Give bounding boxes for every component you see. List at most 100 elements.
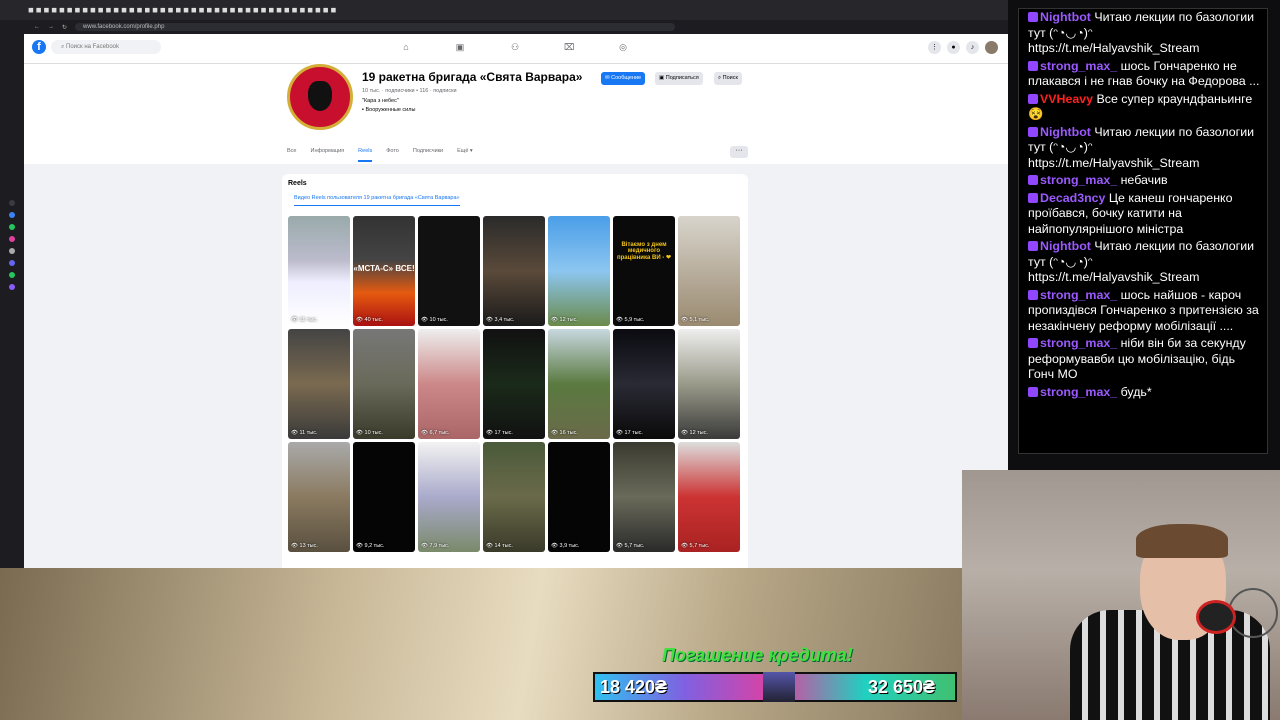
donation-goal-amount: 32 650₴ — [868, 677, 936, 697]
chat-username[interactable]: Nightbot — [1040, 10, 1091, 24]
microphone-icon — [1196, 600, 1236, 634]
reels-title: Reels — [288, 180, 307, 187]
chat-messages: Nightbot Читаю лекции по базологии тут (… — [1018, 8, 1268, 454]
reel-views: 👁 12 тыс. — [551, 317, 578, 323]
messenger-icon[interactable]: ● — [947, 41, 960, 54]
reel-tile[interactable]: 👁 5,1 тыс. — [678, 216, 740, 326]
reel-overlay-text: Вітаємо з днем медичного працівника ВИ -… — [617, 242, 671, 261]
back-icon[interactable]: ← — [34, 24, 40, 30]
browser-tab-strip[interactable]: ◼ ◼ ◼ ◼ ◼ ◼ ◼ ◼ ◼ ◼ ◼ ◼ ◼ ◼ ◼ ◼ ◼ ◼ ◼ ◼ … — [0, 0, 1008, 20]
category-label: Вооруженные силы — [365, 107, 416, 113]
chat-username[interactable]: Nightbot — [1040, 125, 1091, 139]
reel-tile[interactable]: 👁 16 тыс. — [548, 329, 610, 439]
reel-tile[interactable]: 👁 3,9 тыс. — [548, 442, 610, 552]
reel-tile[interactable]: 👁 11 тыс. — [288, 216, 350, 326]
badge-icon — [1028, 126, 1038, 137]
chat-message: strong_max_ шось Гончаренко не плакався … — [1019, 58, 1267, 91]
chat-username[interactable]: strong_max_ — [1040, 336, 1117, 350]
reel-views: 👁 5,9 тыс. — [616, 317, 645, 323]
reel-views: 👁 7,9 тыс. — [421, 543, 450, 549]
chat-username[interactable]: strong_max_ — [1040, 59, 1117, 73]
reel-views: 👁 11 тыс. — [291, 430, 318, 436]
menu-grid-icon[interactable]: ⋮ — [928, 41, 941, 54]
followers-count[interactable]: 10 тыс. · подписчики • 116 · подписки — [362, 88, 457, 94]
reel-tile[interactable]: 👁 14 тыс. — [483, 442, 545, 552]
chat-message: Nightbot Читаю лекции по базологии тут (… — [1019, 9, 1267, 58]
badge-icon — [1028, 338, 1038, 348]
tab-1[interactable]: Информация — [310, 148, 344, 162]
forward-icon[interactable]: → — [48, 24, 54, 30]
facebook-search-input[interactable]: ⌕ Поиск на Facebook — [51, 40, 161, 54]
browser-address-bar[interactable]: ← → ↻ www.facebook.com/profile.php — [24, 20, 1008, 34]
reel-tile[interactable]: 👁 12 тыс. — [678, 329, 740, 439]
profile-tabs: Все Информация Reels Фото Подписчики Ещё ▾ — [287, 148, 473, 162]
chat-message: strong_max_ будь* — [1019, 384, 1267, 402]
more-options-button[interactable]: ··· — [730, 146, 748, 158]
gaming-icon[interactable]: ◎ — [618, 42, 628, 52]
reel-tile[interactable]: 👁 11 тыс. — [288, 329, 350, 439]
reel-tile[interactable]: 👁 3,4 тыс. — [483, 216, 545, 326]
badge-icon — [1028, 386, 1038, 397]
reel-views: 👁 12 тыс. — [681, 430, 708, 436]
tab-4[interactable]: Подписчики — [413, 148, 443, 162]
chat-message: Nightbot Читаю лекции по базологии тут (… — [1019, 124, 1267, 173]
reel-overlay-text: «МСТА-С» ВСЕ! — [353, 264, 415, 273]
reels-grid: 👁 11 тыс. «МСТА-С» ВСЕ! 👁 40 тыс. 👁 10 тыс.… — [288, 216, 740, 552]
webcam-person-hair — [1136, 524, 1228, 558]
tab-5[interactable]: Ещё ▾ — [457, 148, 473, 162]
badge-icon — [1028, 93, 1038, 104]
reel-views: 👁 3,9 тыс. — [551, 543, 580, 549]
page-category: ▪ Вооруженные силы — [362, 107, 415, 113]
page-title: 19 ракетна бригада «Свята Варвара» — [362, 70, 583, 84]
page-quote: "Кара з небес" — [362, 98, 399, 104]
reel-tile[interactable]: 👁 7,9 тыс. — [418, 442, 480, 552]
chat-username[interactable]: Nightbot — [1040, 239, 1091, 253]
profile-avatar-large[interactable] — [287, 64, 353, 130]
donation-banner: Погашение кредита! — [662, 645, 853, 665]
reel-tile[interactable]: «МСТА-С» ВСЕ! 👁 40 тыс. — [353, 216, 415, 326]
tab-3[interactable]: Фото — [386, 148, 399, 162]
profile-avatar[interactable] — [985, 41, 998, 54]
search-button[interactable]: ⌕ Поиск — [714, 72, 742, 85]
reel-tile[interactable]: 👁 10 тыс. — [353, 329, 415, 439]
reel-tile[interactable]: 👁 17 тыс. — [613, 329, 675, 439]
groups-icon[interactable]: ⚇ — [510, 42, 520, 52]
url-field[interactable]: www.facebook.com/profile.php — [75, 23, 676, 31]
reel-tile[interactable]: 👁 10 тыс. — [418, 216, 480, 326]
chat-username[interactable]: strong_max_ — [1040, 173, 1117, 187]
reel-views: 👁 13 тыс. — [291, 543, 318, 549]
tab-2[interactable]: Reels — [358, 148, 373, 162]
reel-tile[interactable]: 👁 17 тыс. — [483, 329, 545, 439]
chat-username[interactable]: strong_max_ — [1040, 385, 1117, 399]
reel-tile[interactable]: 👁 5,7 тыс. — [678, 442, 740, 552]
chat-username[interactable]: strong_max_ — [1040, 288, 1117, 302]
marketplace-icon[interactable]: ⌧ — [564, 42, 574, 52]
chat-message: Decad3ncy Це канеш гончаренко проїбався,… — [1019, 190, 1267, 239]
reel-tile[interactable]: 👁 6,7 тыс. — [418, 329, 480, 439]
follow-button[interactable]: ▣ Подписаться — [655, 72, 703, 85]
video-icon[interactable]: ▣ — [455, 42, 465, 52]
chat-username[interactable]: VVHeavy — [1040, 92, 1093, 106]
profile-header: 19 ракетна бригада «Свята Варвара» 10 ты… — [24, 64, 1008, 164]
reel-views: 👁 5,7 тыс. — [681, 543, 710, 549]
reel-views: 👁 5,1 тыс. — [681, 317, 710, 323]
reload-icon[interactable]: ↻ — [62, 24, 67, 31]
facebook-logo-icon[interactable]: f — [32, 40, 46, 54]
reel-tile[interactable]: 👁 9,2 тыс. — [353, 442, 415, 552]
chat-username[interactable]: Decad3ncy — [1040, 191, 1105, 205]
home-icon[interactable]: ⌂ — [401, 42, 411, 52]
tab-0[interactable]: Все — [287, 148, 296, 162]
reels-subtitle-tab[interactable]: Видео Reels пользователя 19 ракетна бриг… — [294, 195, 460, 206]
message-label: Сообщение — [611, 75, 642, 81]
facebook-page: f ⌕ Поиск на Facebook ⌂ ▣ ⚇ ⌧ ◎ ⋮ ● ♪ 19… — [24, 34, 1008, 568]
reel-tile[interactable]: 👁 5,7 тыс. — [613, 442, 675, 552]
reel-tile[interactable]: Вітаємо з днем медичного працівника ВИ -… — [613, 216, 675, 326]
reel-views: 👁 40 тыс. — [356, 317, 383, 323]
reel-tile[interactable]: 👁 12 тыс. — [548, 216, 610, 326]
chat-message: Nightbot Читаю лекции по базологии тут (… — [1019, 238, 1267, 287]
reel-tile[interactable]: 👁 13 тыс. — [288, 442, 350, 552]
message-button[interactable]: ✉ Сообщение — [601, 72, 646, 85]
reel-views: 👁 5,7 тыс. — [616, 543, 645, 549]
notifications-icon[interactable]: ♪ — [966, 41, 979, 54]
badge-icon — [1028, 289, 1038, 300]
